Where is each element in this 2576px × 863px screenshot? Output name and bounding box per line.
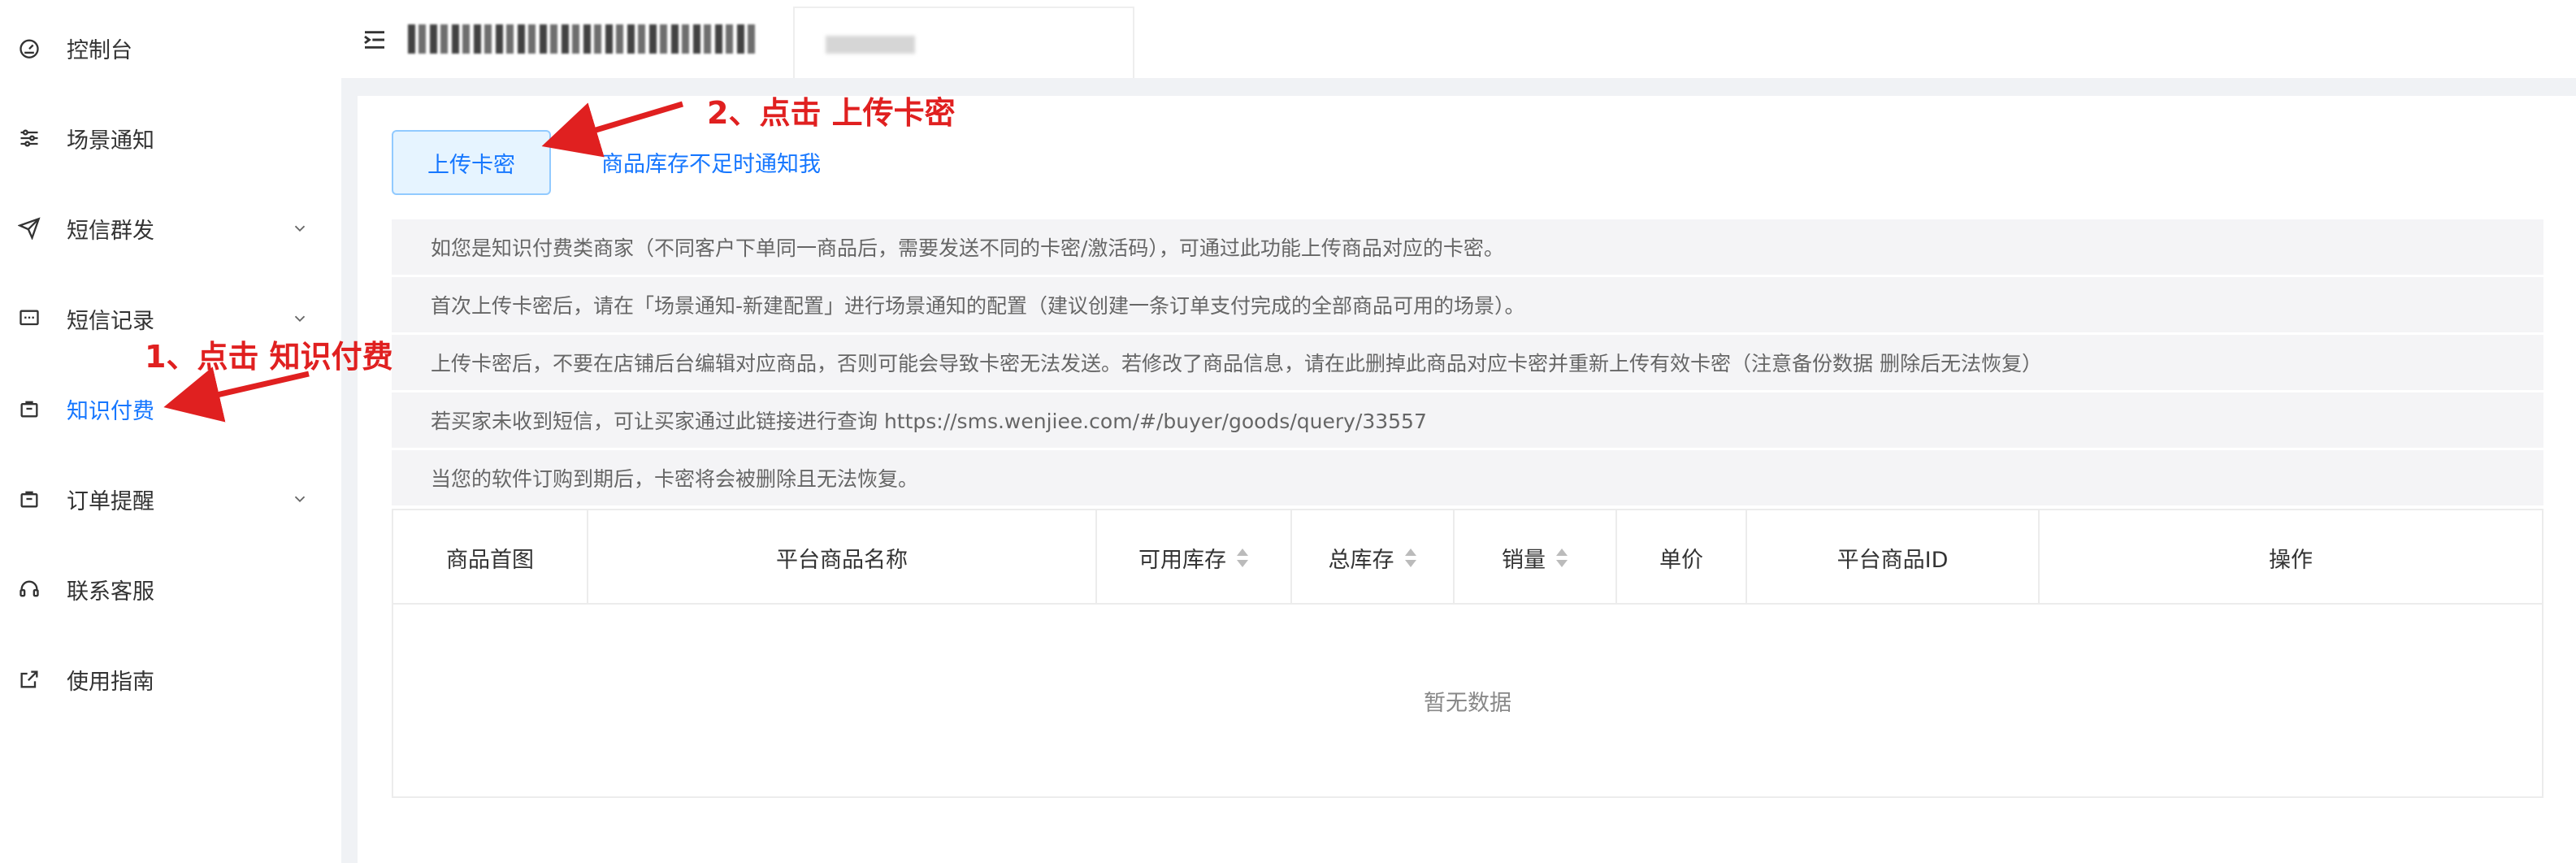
sidebar-item-label: 使用指南 bbox=[67, 669, 154, 695]
sidebar-item-contact-support[interactable]: 联系客服 bbox=[0, 553, 341, 626]
sidebar-item-label: 场景通知 bbox=[67, 128, 154, 154]
chevron-down-icon bbox=[288, 217, 311, 240]
sidebar-item-order-reminder[interactable]: 订单提醒 bbox=[0, 462, 341, 536]
shopping-bag-icon bbox=[16, 396, 42, 422]
table-empty-text: 暂无数据 bbox=[1424, 690, 1511, 716]
notice-item: 若买家未收到短信，可让买家通过此链接进行查询 https://sms.wenji… bbox=[392, 392, 2543, 448]
column-header-total-stock[interactable]: 总库存 bbox=[1292, 510, 1455, 605]
sidebar-item-label: 联系客服 bbox=[67, 579, 154, 605]
top-bar bbox=[341, 0, 2576, 78]
column-header-actions: 操作 bbox=[2269, 547, 2313, 573]
external-link-icon bbox=[16, 666, 42, 692]
sidebar-item-label: 短信群发 bbox=[67, 218, 154, 244]
sidebar-item-sms-broadcast[interactable]: 短信群发 bbox=[0, 192, 341, 265]
send-icon bbox=[16, 215, 42, 241]
sidebar-item-label: 短信记录 bbox=[67, 308, 154, 334]
sliders-icon bbox=[16, 125, 42, 151]
annotation-step1: 1、点击 知识付费 bbox=[145, 339, 393, 375]
sidebar-item-knowledge-pay[interactable]: 知识付费 bbox=[0, 372, 341, 445]
sort-icon[interactable] bbox=[1555, 548, 1568, 567]
low-stock-notify-link[interactable]: 商品库存不足时通知我 bbox=[601, 146, 821, 178]
chevron-down-icon bbox=[288, 307, 311, 330]
sidebar-item-label: 控制台 bbox=[67, 37, 132, 63]
sort-icon[interactable] bbox=[1236, 548, 1249, 567]
sidebar-item-dashboard[interactable]: 控制台 bbox=[0, 11, 341, 85]
column-header-available-stock[interactable]: 可用库存 bbox=[1097, 510, 1292, 605]
headset-icon bbox=[16, 576, 42, 602]
goods-table: 商品首图 平台商品名称 可用库存 总库存 销量 单价 平台商品ID 操作 暂无数… bbox=[392, 509, 2543, 798]
tab-redacted[interactable] bbox=[793, 7, 1134, 78]
message-icon bbox=[16, 306, 42, 332]
notice-item: 首次上传卡密后，请在「场景通知-新建配置」进行场景通知的配置（建议创建一条订单支… bbox=[392, 277, 2543, 332]
sidebar-item-scene-notify[interactable]: 场景通知 bbox=[0, 102, 341, 175]
menu-fold-icon[interactable] bbox=[359, 24, 390, 55]
notice-item: 如您是知识付费类商家（不同客户下单同一商品后，需要发送不同的卡密/激活码），可通… bbox=[392, 219, 2543, 275]
sort-icon[interactable] bbox=[1404, 548, 1417, 567]
sidebar-item-label: 订单提醒 bbox=[67, 488, 154, 514]
table-header: 商品首图 平台商品名称 可用库存 总库存 销量 单价 平台商品ID 操作 bbox=[393, 510, 2542, 605]
sidebar-item-user-guide[interactable]: 使用指南 bbox=[0, 643, 341, 716]
column-header-unit-price: 单价 bbox=[1617, 510, 1747, 605]
column-header-name: 平台商品名称 bbox=[588, 510, 1097, 605]
column-header-image: 商品首图 bbox=[393, 510, 588, 605]
shopping-bag-icon bbox=[16, 486, 42, 512]
redacted-tab-label bbox=[826, 36, 915, 54]
column-header-platform-id: 平台商品ID bbox=[1747, 510, 2040, 605]
redacted-breadcrumb bbox=[408, 24, 757, 54]
main-content: 上传卡密 商品库存不足时通知我 如您是知识付费类商家（不同客户下单同一商品后，需… bbox=[358, 96, 2576, 863]
chevron-down-icon bbox=[288, 488, 311, 510]
sidebar-item-label: 知识付费 bbox=[67, 398, 154, 424]
notice-item: 当您的软件订购到期后，卡密将会被删除且无法恢复。 bbox=[392, 450, 2543, 505]
annotation-step2: 2、点击 上传卡密 bbox=[707, 95, 956, 131]
dashboard-icon bbox=[16, 35, 42, 61]
sidebar: 控制台 场景通知 短信群发 短信记录 知识付费 订单提醒 联系客服 使用指南 bbox=[0, 0, 341, 863]
upload-card-key-button[interactable]: 上传卡密 bbox=[392, 130, 551, 195]
column-header-sales[interactable]: 销量 bbox=[1455, 510, 1617, 605]
notice-item: 上传卡密后，不要在店铺后台编辑对应商品，否则可能会导致卡密无法发送。若修改了商品… bbox=[392, 335, 2543, 390]
